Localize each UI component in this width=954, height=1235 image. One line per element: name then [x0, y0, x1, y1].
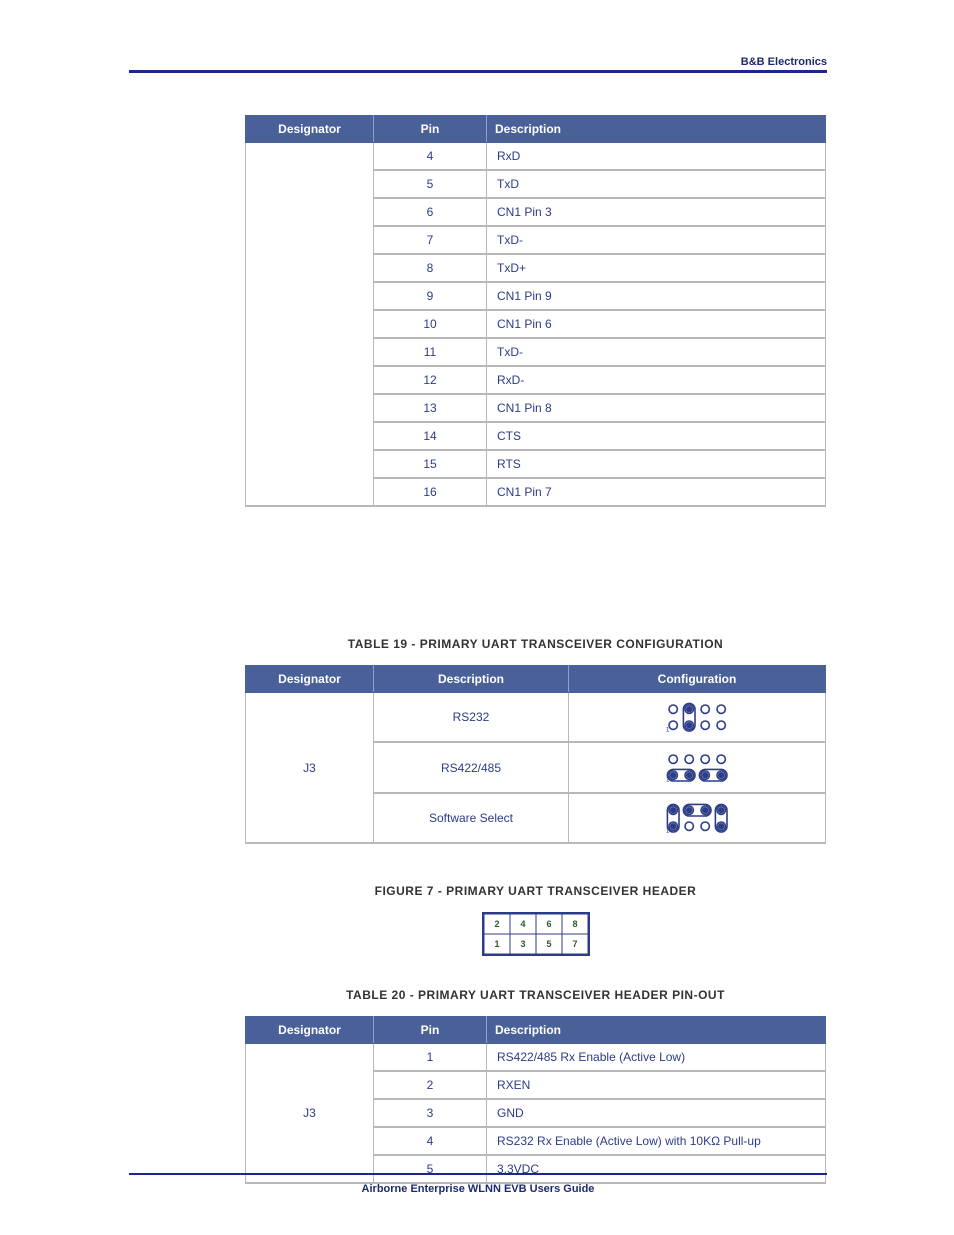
cell-pin: 6 [374, 198, 487, 226]
svg-text:3: 3 [520, 939, 525, 949]
col-pin: Pin [374, 1017, 487, 1044]
cell-configuration: 1 [569, 793, 826, 843]
cell-description: CN1 Pin 8 [487, 394, 826, 422]
cell-pin: 10 [374, 310, 487, 338]
cell-description: RS422/485 Rx Enable (Active Low) [487, 1044, 826, 1072]
footer-rule [129, 1173, 827, 1175]
cell-description: TxD+ [487, 254, 826, 282]
cell-pin: 14 [374, 422, 487, 450]
col-pin: Pin [374, 116, 487, 143]
col-designator: Designator [246, 116, 374, 143]
cell-description: 3.3VDC [487, 1155, 826, 1183]
cell-description: GND [487, 1099, 826, 1127]
cell-pin: 11 [374, 338, 487, 366]
cell-description: RS422/485 [374, 742, 569, 792]
svg-text:2: 2 [494, 919, 499, 929]
cell-pin: 13 [374, 394, 487, 422]
cell-pin: 8 [374, 254, 487, 282]
cell-designator: J3 [246, 693, 374, 844]
cell-description: RTS [487, 450, 826, 478]
cell-pin: 4 [374, 143, 487, 171]
col-designator: Designator [246, 666, 374, 693]
table-transceiver-config: Designator Description Configuration J3R… [245, 665, 826, 844]
svg-text:5: 5 [546, 939, 551, 949]
col-description: Description [487, 116, 826, 143]
cell-description: CN1 Pin 7 [487, 478, 826, 506]
cell-pin: 5 [374, 1155, 487, 1183]
cell-description: RxD- [487, 366, 826, 394]
svg-text:1: 1 [494, 939, 499, 949]
cell-configuration: 1 [569, 693, 826, 743]
col-designator: Designator [246, 1017, 374, 1044]
content-area: Designator Pin Description 4RxD5TxD6CN1 … [245, 115, 826, 1184]
col-description: Description [374, 666, 569, 693]
cell-pin: 1 [374, 1044, 487, 1072]
cell-description: TxD- [487, 338, 826, 366]
cell-description: TxD- [487, 226, 826, 254]
cell-pin: 9 [374, 282, 487, 310]
cell-description: Software Select [374, 793, 569, 843]
cell-description: CN1 Pin 3 [487, 198, 826, 226]
header-rule [129, 70, 827, 73]
svg-text:6: 6 [546, 919, 551, 929]
cell-pin: 12 [374, 366, 487, 394]
cell-pin: 15 [374, 450, 487, 478]
figure7-header-diagram: 2 4 6 8 1 3 5 7 [245, 912, 826, 956]
cell-description: CN1 Pin 9 [487, 282, 826, 310]
cell-pin: 7 [374, 226, 487, 254]
cell-pin: 16 [374, 478, 487, 506]
cell-description: CTS [487, 422, 826, 450]
cell-description: RS232 [374, 693, 569, 743]
svg-text:4: 4 [520, 919, 525, 929]
cell-pin: 2 [374, 1071, 487, 1099]
cell-pin: 4 [374, 1127, 487, 1155]
cell-pin: 5 [374, 170, 487, 198]
table19-caption: TABLE 19 - PRIMARY UART TRANSCEIVER CONF… [245, 637, 826, 651]
cell-designator: J3 [246, 1044, 374, 1184]
col-configuration: Configuration [569, 666, 826, 693]
cell-description: TxD [487, 170, 826, 198]
page-header-brand: B&B Electronics [129, 56, 827, 68]
table-pinout: Designator Pin Description 4RxD5TxD6CN1 … [245, 115, 826, 507]
cell-description: RXEN [487, 1071, 826, 1099]
figure7-caption: FIGURE 7 - PRIMARY UART TRANSCEIVER HEAD… [245, 884, 826, 898]
cell-configuration: 1 [569, 742, 826, 792]
page-footer: Airborne Enterprise WLNN EVB Users Guide [129, 1183, 827, 1195]
cell-description: RS232 Rx Enable (Active Low) with 10KΩ P… [487, 1127, 826, 1155]
cell-description: CN1 Pin 6 [487, 310, 826, 338]
cell-pin: 3 [374, 1099, 487, 1127]
cell-designator [246, 143, 374, 507]
table-row: J31RS422/485 Rx Enable (Active Low) [246, 1044, 826, 1072]
table-header-pinout: Designator Pin Description J31RS422/485 … [245, 1016, 826, 1184]
table-row: J3RS2321 [246, 693, 826, 743]
col-description: Description [487, 1017, 826, 1044]
svg-text:8: 8 [572, 919, 577, 929]
cell-description: RxD [487, 143, 826, 171]
table20-caption: TABLE 20 - PRIMARY UART TRANSCEIVER HEAD… [245, 988, 826, 1002]
svg-text:7: 7 [572, 939, 577, 949]
